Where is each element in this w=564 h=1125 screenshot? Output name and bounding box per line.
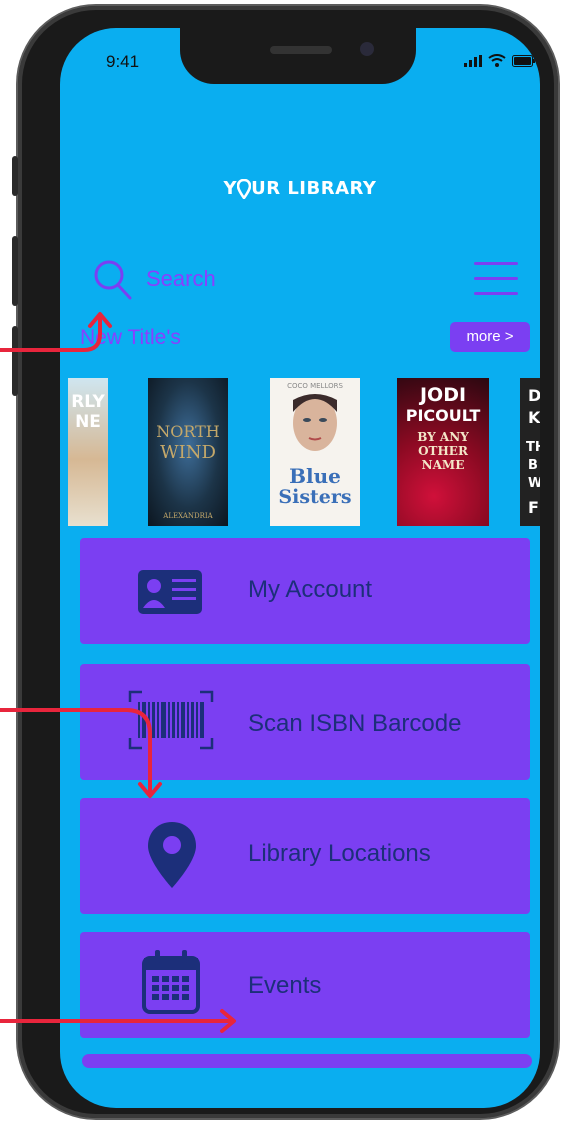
book-cover-text: ALEXANDRIA — [163, 512, 213, 520]
my-account-button[interactable]: My Account — [80, 538, 530, 644]
book-cover-text: B — [528, 458, 538, 473]
book-cover-text: W — [528, 476, 540, 491]
book-cover-text: D — [528, 386, 540, 405]
book-cover-text: Sisters — [278, 486, 352, 508]
library-locations-label: Library Locations — [248, 840, 431, 867]
status-time: 9:41 — [106, 52, 140, 71]
volume-down-button — [12, 326, 18, 396]
section-title-new-titles: New Title's — [80, 326, 181, 349]
library-locations-button[interactable]: Library Locations — [80, 798, 530, 914]
map-pin-icon — [148, 822, 196, 888]
book-cover-text: K — [528, 408, 540, 427]
book-cover-text: PICOULT — [405, 406, 481, 425]
book-cover-text: F — [528, 498, 539, 517]
book-cover-text: TH — [526, 440, 540, 455]
book-cover-text: COCO MELLORS — [287, 382, 343, 390]
book-cover-text: RLY — [71, 392, 105, 412]
hamburger-menu-icon[interactable] — [474, 262, 518, 296]
app-title-suffix: UR LIBRARY — [251, 178, 377, 199]
notch — [180, 28, 416, 84]
book-cover-text: WIND — [160, 442, 216, 463]
wifi-icon — [488, 54, 506, 67]
app-title: Y UR LIBRARY — [60, 178, 540, 199]
camera — [360, 42, 374, 56]
app-title-prefix: Y — [223, 178, 238, 199]
signal-icon — [464, 55, 482, 67]
calendar-icon — [142, 950, 200, 1014]
search-icon[interactable] — [92, 258, 136, 302]
events-label: Events — [248, 972, 322, 999]
bottom-bar — [82, 1054, 532, 1068]
book-cover-text: NORTH — [156, 422, 220, 441]
face-illustration — [293, 394, 337, 451]
id-card-icon — [138, 570, 202, 614]
phone-frame: 9:41 Y UR LIBRARY Search New Title's mor… — [12, 6, 558, 1118]
status-icons — [464, 54, 536, 67]
book-cover-text: NE — [75, 412, 101, 432]
map-pin-icon — [237, 179, 252, 199]
volume-up-button — [12, 236, 18, 306]
scan-isbn-label: Scan ISBN Barcode — [248, 710, 462, 737]
my-account-label: My Account — [248, 576, 373, 603]
more-button[interactable]: more > — [450, 322, 530, 352]
book-cover-text: OTHER — [418, 444, 468, 458]
book-cover-text: JODI — [419, 384, 467, 406]
battery-icon — [512, 55, 535, 67]
scan-isbn-button[interactable]: Scan ISBN Barcode — [80, 664, 530, 780]
book-cover-2[interactable]: NORTH WIND ALEXANDRIA — [148, 378, 228, 526]
book-cover-text: Blue — [289, 464, 341, 488]
search-input[interactable] — [146, 262, 376, 296]
book-cover-4[interactable]: JODI PICOULT BY ANY OTHER NAME — [397, 378, 489, 526]
screen: 9:41 Y UR LIBRARY Search New Title's mor… — [60, 28, 540, 1108]
book-cover-1[interactable]: RLY NE — [68, 378, 108, 526]
mute-switch — [12, 156, 18, 196]
events-button[interactable]: Events — [80, 932, 530, 1038]
book-cover-text: NAME — [421, 458, 465, 472]
speaker — [270, 46, 332, 54]
book-cover-5[interactable]: D K TH B W F — [520, 378, 540, 526]
book-cover-3[interactable]: COCO MELLORS Blue Sisters — [270, 378, 360, 526]
barcode-icon — [128, 690, 214, 750]
book-cover-text: BY ANY — [417, 430, 469, 444]
